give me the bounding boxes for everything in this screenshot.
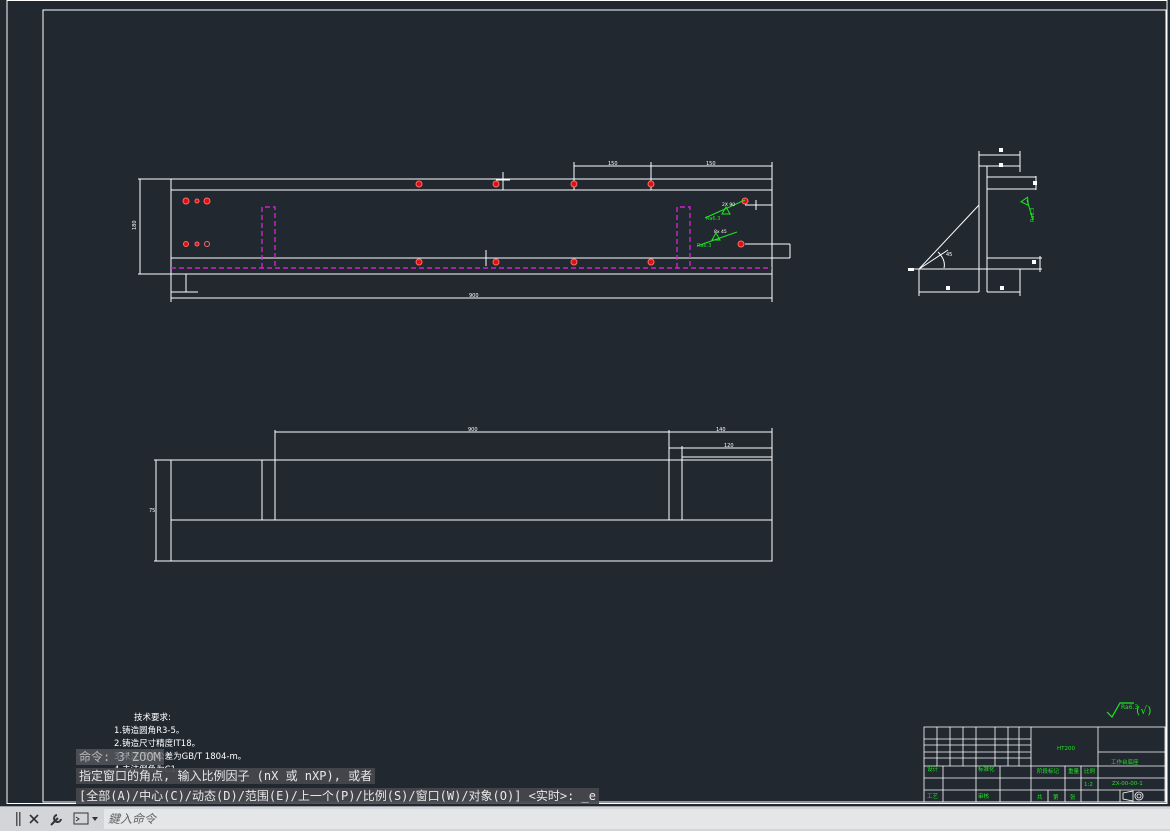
command-history-line-1: 命令: 3'ZOOM [76,749,164,765]
top-view [154,428,773,562]
dim-length: 900 [469,293,479,299]
projection-symbol-icon [1122,790,1144,802]
command-history-line-3: [全部(A)/中心(C)/动态(D)/范围(E)/上一个(P)/比例(S)/窗口… [76,788,599,804]
title-drawing-no: ZX-00-00-1 [1112,781,1143,787]
title-process: 工艺 [927,793,939,800]
sheet-inner-border [42,9,1167,803]
command-input[interactable] [104,809,1170,829]
title-standard: 标准化 [978,765,995,773]
title-sheet-total: 共 [1037,793,1043,801]
weld-label-2: Ra6.3 [697,243,711,249]
dim-bottom-inner: 120 [724,443,734,449]
weld-label-side: Ra6.3 [1030,208,1036,222]
hole-note-2: 8x 45 [714,229,727,235]
dim-top-right: 150 [706,161,716,167]
recent-commands-dropdown-icon[interactable] [72,807,102,831]
front-view [138,162,791,302]
title-sheet-no: 第 [1053,793,1059,801]
front-weld-symbols [696,199,746,247]
hole-note-1: 2X 90 [722,202,735,208]
customize-wrench-icon[interactable] [46,807,68,831]
title-design: 设计 [927,765,939,773]
title-scale: 比例 [1084,767,1096,775]
side-view [914,151,1042,296]
title-scale-val: 1:2 [1084,782,1093,788]
dim-bottom-long: 900 [468,427,478,433]
title-stage: 阶段标记 [1037,767,1060,775]
front-holes [182,180,749,266]
dim-side-45: 45 [946,252,952,258]
front-hidden-lines [171,206,772,269]
title-part-name: 工作台底座 [1111,758,1139,766]
roughness-symbol: Ra6.3 (√) [1106,702,1152,718]
tech-req-1: 1.铸造圆角R3-5。 [114,725,184,736]
close-icon[interactable] [26,807,42,831]
roughness-suffix: (√) [1136,704,1152,717]
dim-bottom-right: 140 [716,427,726,433]
sheet-outer-border [6,0,1168,804]
tech-req-title: 技术要求: [134,712,171,723]
weld-label-1: Ra6.3 [706,216,720,222]
grip-handle-icon[interactable] [14,807,24,831]
command-history-line-2: 指定窗口的角点, 输入比例因子 (nX 或 nXP), 或者 [76,768,376,784]
title-material: HT200 [1057,746,1075,752]
title-sheet: 张 [1070,793,1076,801]
dim-top-left: 150 [608,161,618,167]
drawing-canvas[interactable]: 150 150 180 900 Ra6.3 Ra6.3 2X 90 8x 45 [0,0,1170,806]
dim-height: 180 [132,220,138,230]
title-review: 审核 [978,792,990,800]
dim-bottom-height: 75 [149,508,155,514]
title-weight: 重量 [1068,767,1080,775]
command-bar [0,806,1170,831]
tech-req-2: 2.铸造尺寸精度IT18。 [114,738,200,749]
